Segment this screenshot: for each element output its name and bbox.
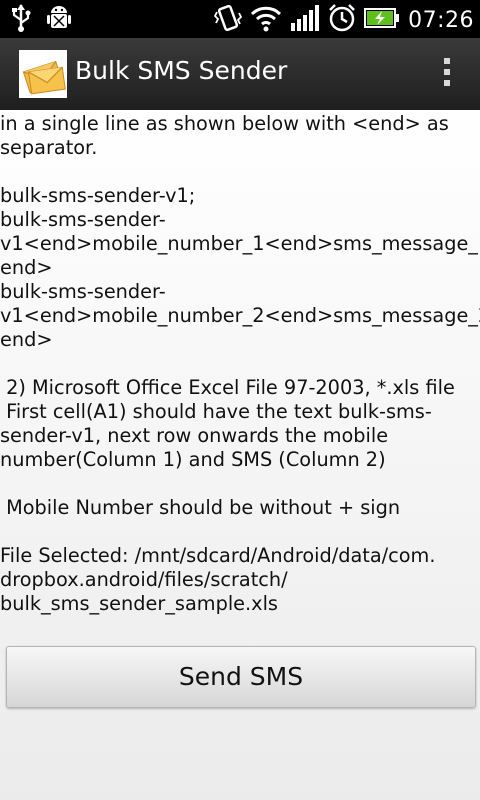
action-bar: Bulk SMS Sender [0,38,480,112]
instruction-line: number(Column 1) and SMS (Column 2) [0,448,386,471]
instruction-line: bulk-sms-sender- [0,280,166,303]
envelope-icon[interactable] [19,50,67,98]
instruction-line [0,520,476,544]
instruction-line: in a single line as shown below with <en… [0,112,449,135]
overflow-menu-icon[interactable] [442,58,452,92]
instruction-line [0,160,476,184]
instruction-line [0,352,476,376]
usb-icon [10,4,32,36]
content-area[interactable]: in a single line as shown below with <en… [0,110,480,800]
instruction-line [0,472,476,496]
vibrate-icon [213,3,243,37]
android-debug-icon [46,4,72,36]
instructions-text: in a single line as shown below with <en… [0,112,480,616]
instruction-line: bulk_sms_sender_sample.xls [0,592,278,615]
wifi-icon [250,3,282,37]
status-bar: 07:26 [0,0,480,38]
instruction-line: end> [0,328,53,351]
alarm-icon [328,3,356,37]
instruction-line: dropbox.android/files/scratch/ [0,568,288,591]
instruction-line: v1<end>mobile_number_1<end>sms_message_1… [0,232,480,255]
app-title: Bulk SMS Sender [75,56,288,85]
instruction-line: bulk-sms-sender- [0,208,166,231]
instruction-line: end> [0,256,53,279]
instruction-line: First cell(A1) should have the text bulk… [0,400,432,423]
instruction-line: v1<end>mobile_number_2<end>sms_message_2… [0,304,480,327]
instruction-line: Mobile Number should be without + sign [0,496,401,519]
instruction-line: sender-v1, next row onwards the mobile [0,424,389,447]
battery-charging-icon [364,7,400,33]
instruction-line: separator. [0,136,98,159]
instruction-line: bulk-sms-sender-v1; [0,184,196,207]
instruction-line: File Selected: /mnt/sdcard/Android/data/… [0,544,436,567]
clock: 07:26 [408,7,474,33]
instruction-line: 2) Microsoft Office Excel File 97-2003, … [0,376,455,399]
send-sms-button[interactable]: Send SMS [6,646,476,708]
signal-icon [290,3,320,37]
